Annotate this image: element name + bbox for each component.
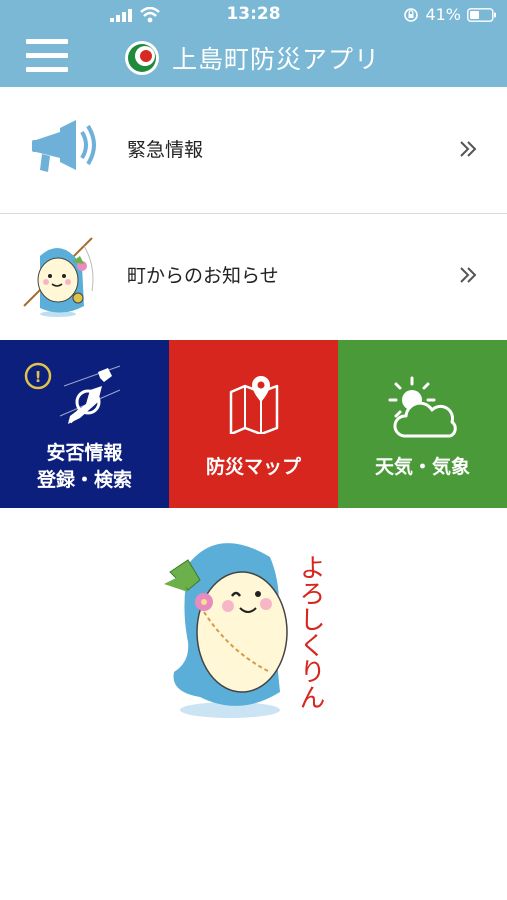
- map-pin-icon: [229, 376, 279, 434]
- emergency-info-item[interactable]: 緊急情報: [0, 88, 507, 213]
- safety-info-label-line1: 安否情報: [46, 442, 123, 464]
- disaster-map-tile[interactable]: 防災マップ: [169, 340, 338, 508]
- town-news-item[interactable]: 町からのお知らせ: [0, 214, 507, 339]
- app-header: 上島町防災アプリ: [0, 30, 507, 87]
- mascot-image: よろしくりん: [164, 543, 325, 718]
- sun-cloud-icon: [388, 376, 457, 438]
- battery-percent: 41%: [425, 5, 461, 24]
- hamburger-menu-button[interactable]: [26, 39, 68, 77]
- orientation-lock-icon: [404, 7, 419, 22]
- feature-tiles: ! 安否情報 登録・検索 防災マップ 天気・気象: [0, 340, 507, 508]
- chevron-right-double-icon: [460, 267, 477, 283]
- town-news-label: 町からのお知らせ: [127, 265, 279, 287]
- mascot-illustration: よろしくりん: [160, 532, 360, 722]
- japan-map-search-icon: !: [24, 362, 121, 424]
- town-logo-icon: [125, 41, 159, 75]
- battery-icon: [467, 7, 496, 22]
- disaster-map-label: 防災マップ: [205, 456, 301, 478]
- safety-info-tile[interactable]: ! 安否情報 登録・検索: [0, 340, 169, 508]
- mascot-fishing-icon: [23, 237, 94, 317]
- weather-tile[interactable]: 天気・気象: [338, 340, 507, 508]
- megaphone-icon: [32, 120, 96, 172]
- emergency-info-label: 緊急情報: [127, 139, 204, 161]
- svg-text:!: !: [35, 368, 42, 386]
- weather-label: 天気・気象: [374, 456, 470, 478]
- chevron-right-double-icon: [460, 141, 477, 157]
- status-bar: 13:28 41%: [0, 0, 507, 30]
- app-title: 上島町防災アプリ: [172, 45, 381, 74]
- mascot-text: よろしくりん: [295, 554, 325, 710]
- safety-info-label-line2: 登録・検索: [36, 469, 132, 491]
